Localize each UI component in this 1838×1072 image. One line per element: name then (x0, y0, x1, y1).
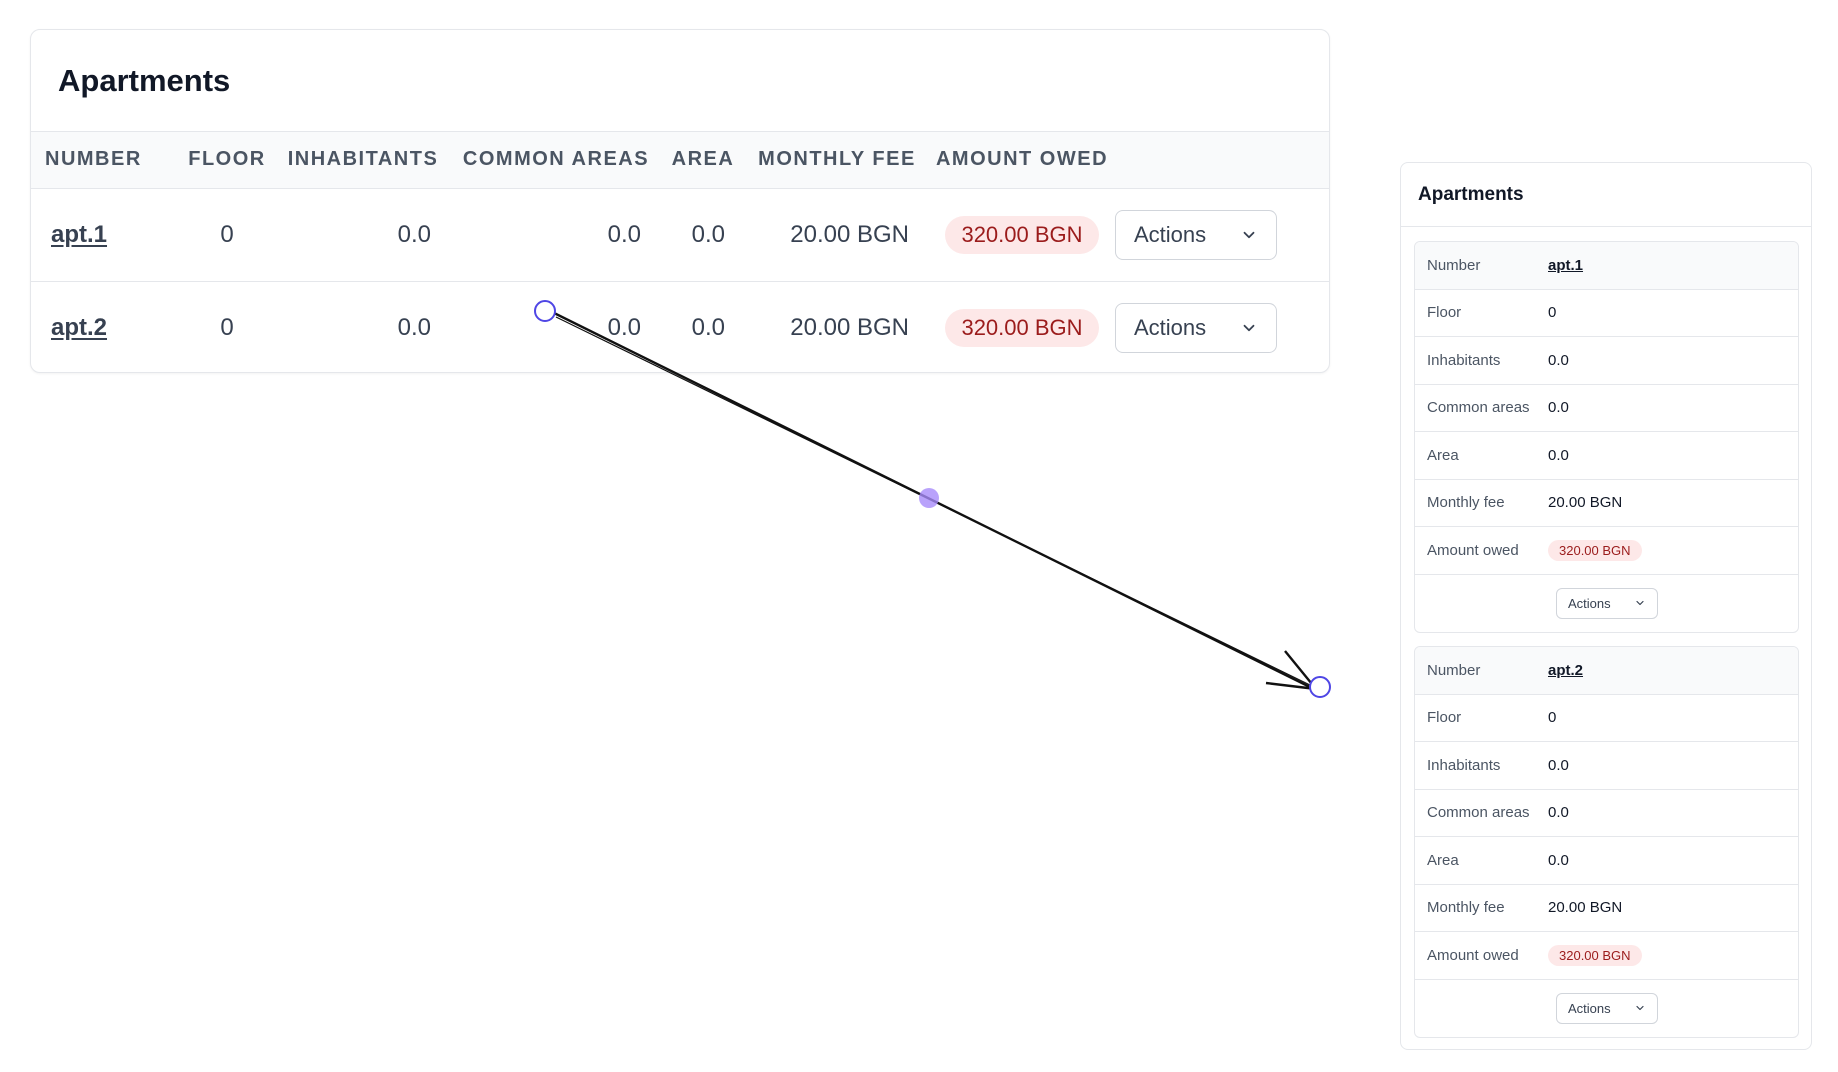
chevron-down-icon (1243, 324, 1255, 331)
mobile-title: Apartments (1401, 163, 1811, 227)
actions-label: Actions (1568, 595, 1611, 611)
label-floor: Floor (1427, 304, 1462, 322)
label-monthly-fee: Monthly fee (1427, 494, 1505, 512)
drag-end-handle[interactable] (1309, 676, 1331, 698)
chevron-down-icon (1243, 231, 1255, 238)
apartment-number-link[interactable]: apt.1 (1548, 257, 1583, 274)
column-header-actions (1115, 132, 1329, 189)
actions-dropdown-button[interactable]: Actions (1556, 587, 1658, 619)
amount-owed-badge: 320.00 BGN (945, 215, 1099, 254)
amount-owed-badge: 320.00 BGN (1548, 539, 1642, 561)
column-header-number: NUMBER (31, 132, 179, 189)
monthly-fee-cell: 20.00 BGN (745, 188, 929, 282)
label-amount-owed: Amount owed (1427, 541, 1519, 559)
common-areas-cell: 0.0 (451, 188, 661, 282)
amount-owed-badge: 320.00 BGN (1548, 944, 1642, 966)
chevron-down-icon (1636, 600, 1644, 606)
actions-label: Actions (1568, 1000, 1611, 1016)
actions-dropdown-button[interactable]: Actions (1115, 209, 1277, 260)
inhabitants-cell: 0.0 (397, 313, 431, 341)
column-header-common-areas: COMMON AREAS (451, 132, 661, 189)
label-monthly-fee: Monthly fee (1427, 899, 1505, 917)
floor-value: 0 (1548, 304, 1557, 322)
label-floor: Floor (1427, 709, 1462, 727)
area-value: 0.0 (1548, 851, 1569, 869)
column-header-floor: FLOOR (179, 132, 275, 189)
inhabitants-value: 0.0 (1548, 756, 1569, 774)
column-header-area: AREA (661, 132, 745, 189)
drag-midpoint-handle[interactable] (919, 488, 939, 508)
column-header-amount-owed: AMOUNT OWED (929, 132, 1115, 189)
apartments-table-card: Apartments NUMBER FLOOR INHABITANTS COMM… (30, 29, 1330, 373)
common-areas-value: 0.0 (1548, 399, 1569, 417)
floor-cell: 0 (220, 313, 234, 341)
table-row: apt.2 0 0.0 0.0 0.0 20.00 BGN 320.00 BGN… (31, 281, 1329, 372)
mobile-apartment-item: Number apt.2 Floor 0 Inhabitants 0.0 Common… (1414, 646, 1799, 1038)
column-header-monthly-fee: MONTHLY FEE (745, 132, 929, 189)
actions-dropdown-button[interactable]: Actions (1556, 992, 1658, 1024)
amount-owed-cell: 320.00 BGN (929, 188, 1115, 282)
floor-cell: 0 (179, 188, 275, 282)
area-cell: 0.0 (661, 188, 745, 282)
amount-owed-badge: 320.00 BGN (945, 308, 1099, 347)
actions-cell: Actions (1115, 281, 1329, 372)
monthly-fee-value: 20.00 BGN (1548, 899, 1623, 917)
monthly-fee-cell: 20.00 BGN (790, 313, 909, 341)
label-amount-owed: Amount owed (1427, 946, 1519, 964)
inhabitants-value: 0.0 (1548, 351, 1569, 369)
actions-label: Actions (1134, 221, 1207, 247)
actions-cell: Actions (1115, 188, 1329, 282)
amount-owed-cell: 320.00 BGN (929, 281, 1115, 372)
monthly-fee-value: 20.00 BGN (1548, 494, 1623, 512)
label-inhabitants: Inhabitants (1427, 756, 1501, 774)
label-number: Number (1427, 661, 1481, 679)
label-inhabitants: Inhabitants (1427, 351, 1501, 369)
actions-label: Actions (1134, 314, 1207, 340)
page-title: Apartments (31, 30, 1329, 132)
mobile-apartment-item: Number apt.1 Floor 0 Inhabitants 0.0 Common… (1414, 241, 1799, 633)
table-row: apt.1 0 0.0 0.0 0.0 20.00 BGN 320.00 BGN… (31, 188, 1329, 282)
table-header-row: NUMBER FLOOR INHABITANTS COMMON AREAS AR… (31, 132, 1329, 189)
common-areas-value: 0.0 (1548, 804, 1569, 822)
column-header-inhabitants: INHABITANTS (275, 132, 451, 189)
apartments-table: NUMBER FLOOR INHABITANTS COMMON AREAS AR… (31, 132, 1329, 372)
chevron-down-icon (1636, 1005, 1644, 1011)
actions-dropdown-button[interactable]: Actions (1115, 302, 1277, 353)
apartment-number-link[interactable]: apt.2 (1548, 662, 1583, 679)
floor-value: 0 (1548, 709, 1557, 727)
label-common-areas: Common areas (1427, 804, 1530, 822)
area-value: 0.0 (1548, 446, 1569, 464)
label-number: Number (1427, 256, 1481, 274)
label-area: Area (1427, 446, 1459, 464)
apartments-mobile-card: Apartments Number apt.1 Floor 0 Inhabitant… (1400, 162, 1812, 1050)
inhabitants-cell: 0.0 (275, 188, 451, 282)
area-cell: 0.0 (691, 313, 725, 341)
apartment-number-link[interactable]: apt.2 (31, 314, 107, 341)
common-areas-cell: 0.0 (607, 313, 641, 341)
apartment-number-link[interactable]: apt.1 (31, 221, 107, 248)
label-common-areas: Common areas (1427, 399, 1530, 417)
label-area: Area (1427, 851, 1459, 869)
